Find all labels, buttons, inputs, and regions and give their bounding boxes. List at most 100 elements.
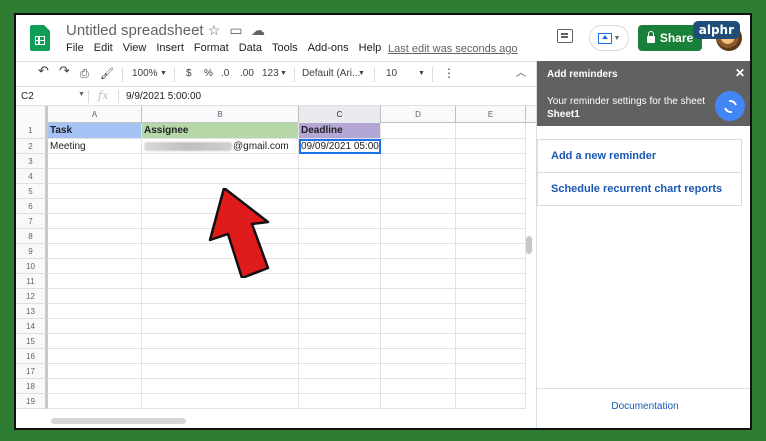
cell-d10[interactable] <box>381 259 456 274</box>
cell-b3[interactable] <box>142 154 299 169</box>
cell-c9[interactable] <box>299 244 381 259</box>
sheets-logo-icon[interactable] <box>30 25 50 51</box>
cell-c3[interactable] <box>299 154 381 169</box>
cell-e7[interactable] <box>456 214 526 229</box>
more-formats-button[interactable]: 123 <box>262 66 279 82</box>
cell-c10[interactable] <box>299 259 381 274</box>
cell-c4[interactable] <box>299 169 381 184</box>
column-header-a[interactable]: A <box>48 106 142 123</box>
cell-d12[interactable] <box>381 289 456 304</box>
row-header[interactable]: 14 <box>16 319 48 334</box>
font-size-select[interactable]: 10 <box>386 66 397 82</box>
row-header[interactable]: 5 <box>16 184 48 199</box>
schedule-chart-reports-link[interactable]: Schedule recurrent chart reports <box>537 172 742 206</box>
menu-insert[interactable]: Insert <box>156 42 184 54</box>
header-cell-b[interactable]: Assignee <box>142 123 299 139</box>
cell-c14[interactable] <box>299 319 381 334</box>
documentation-link[interactable]: Documentation <box>537 401 750 412</box>
row-header[interactable]: 9 <box>16 244 48 259</box>
cell-b2[interactable]: @gmail.com <box>142 139 299 154</box>
cell-e18[interactable] <box>456 379 526 394</box>
row-header[interactable]: 11 <box>16 274 48 289</box>
cell-c18[interactable] <box>299 379 381 394</box>
refresh-button[interactable] <box>715 91 745 121</box>
collapse-toolbar-icon[interactable]: ︿ <box>516 66 526 82</box>
row-header[interactable]: 10 <box>16 259 48 274</box>
add-new-reminder-link[interactable]: Add a new reminder <box>537 139 742 173</box>
vertical-scrollbar[interactable] <box>526 236 532 254</box>
select-all-corner[interactable] <box>16 106 48 123</box>
cell-a11[interactable] <box>48 274 142 289</box>
row-header[interactable]: 6 <box>16 199 48 214</box>
cell-a16[interactable] <box>48 349 142 364</box>
menu-data[interactable]: Data <box>239 42 262 54</box>
cell-d3[interactable] <box>381 154 456 169</box>
row-header[interactable]: 4 <box>16 169 48 184</box>
header-cell-c[interactable]: Deadline <box>299 123 381 139</box>
row-header[interactable]: 12 <box>16 289 48 304</box>
row-header[interactable]: 8 <box>16 229 48 244</box>
last-edit-link[interactable]: Last edit was seconds ago <box>388 43 518 55</box>
move-folder-icon[interactable]: ▭ <box>228 22 244 39</box>
cell-a18[interactable] <box>48 379 142 394</box>
cell-d13[interactable] <box>381 304 456 319</box>
cell-e13[interactable] <box>456 304 526 319</box>
chevron-down-icon[interactable]: ▼ <box>418 66 425 82</box>
redo-icon[interactable]: ↷ <box>59 63 70 79</box>
cell-a17[interactable] <box>48 364 142 379</box>
present-button[interactable]: ▼ <box>589 25 629 51</box>
undo-icon[interactable]: ↶ <box>38 63 49 79</box>
horizontal-scrollbar[interactable] <box>51 418 186 424</box>
cell-e14[interactable] <box>456 319 526 334</box>
cell-e19[interactable] <box>456 394 526 409</box>
cell-a14[interactable] <box>48 319 142 334</box>
cell-e6[interactable] <box>456 199 526 214</box>
cell-d17[interactable] <box>381 364 456 379</box>
cell-e17[interactable] <box>456 364 526 379</box>
row-header[interactable]: 2 <box>16 139 48 154</box>
chevron-down-icon[interactable]: ▼ <box>358 66 365 82</box>
cell-d7[interactable] <box>381 214 456 229</box>
cell-d11[interactable] <box>381 274 456 289</box>
font-select[interactable]: Default (Ari... <box>302 66 360 82</box>
row-header[interactable]: 7 <box>16 214 48 229</box>
paint-format-icon[interactable]: 🖌 <box>100 66 114 82</box>
menu-help[interactable]: Help <box>359 42 382 54</box>
cell-e2[interactable] <box>456 139 526 154</box>
cell-c19[interactable] <box>299 394 381 409</box>
selected-cell-c2[interactable]: 09/09/2021 05:00 <box>299 139 381 154</box>
cell-d1[interactable] <box>381 123 456 139</box>
cell-e3[interactable] <box>456 154 526 169</box>
row-header[interactable]: 18 <box>16 379 48 394</box>
more-options-icon[interactable]: ⋮ <box>443 65 455 81</box>
cell-c6[interactable] <box>299 199 381 214</box>
menu-format[interactable]: Format <box>194 42 229 54</box>
menu-view[interactable]: View <box>123 42 147 54</box>
cell-e9[interactable] <box>456 244 526 259</box>
cell-d9[interactable] <box>381 244 456 259</box>
cell-b4[interactable] <box>142 169 299 184</box>
column-header-d[interactable]: D <box>381 106 456 123</box>
cell-a9[interactable] <box>48 244 142 259</box>
cloud-status-icon[interactable]: ☁ <box>250 22 266 39</box>
column-header-e[interactable]: E <box>456 106 526 123</box>
cell-d15[interactable] <box>381 334 456 349</box>
cell-a12[interactable] <box>48 289 142 304</box>
currency-format-button[interactable]: $ <box>186 66 192 82</box>
increase-decimal-button[interactable]: .00 <box>240 66 254 82</box>
cell-c8[interactable] <box>299 229 381 244</box>
cell-e10[interactable] <box>456 259 526 274</box>
cell-c13[interactable] <box>299 304 381 319</box>
cell-b15[interactable] <box>142 334 299 349</box>
cell-d18[interactable] <box>381 379 456 394</box>
cell-b19[interactable] <box>142 394 299 409</box>
cell-c11[interactable] <box>299 274 381 289</box>
row-header[interactable]: 15 <box>16 334 48 349</box>
cell-b14[interactable] <box>142 319 299 334</box>
cell-a19[interactable] <box>48 394 142 409</box>
cell-c17[interactable] <box>299 364 381 379</box>
column-header-c[interactable]: C <box>299 106 381 123</box>
cell-e4[interactable] <box>456 169 526 184</box>
cell-a5[interactable] <box>48 184 142 199</box>
cell-b12[interactable] <box>142 289 299 304</box>
